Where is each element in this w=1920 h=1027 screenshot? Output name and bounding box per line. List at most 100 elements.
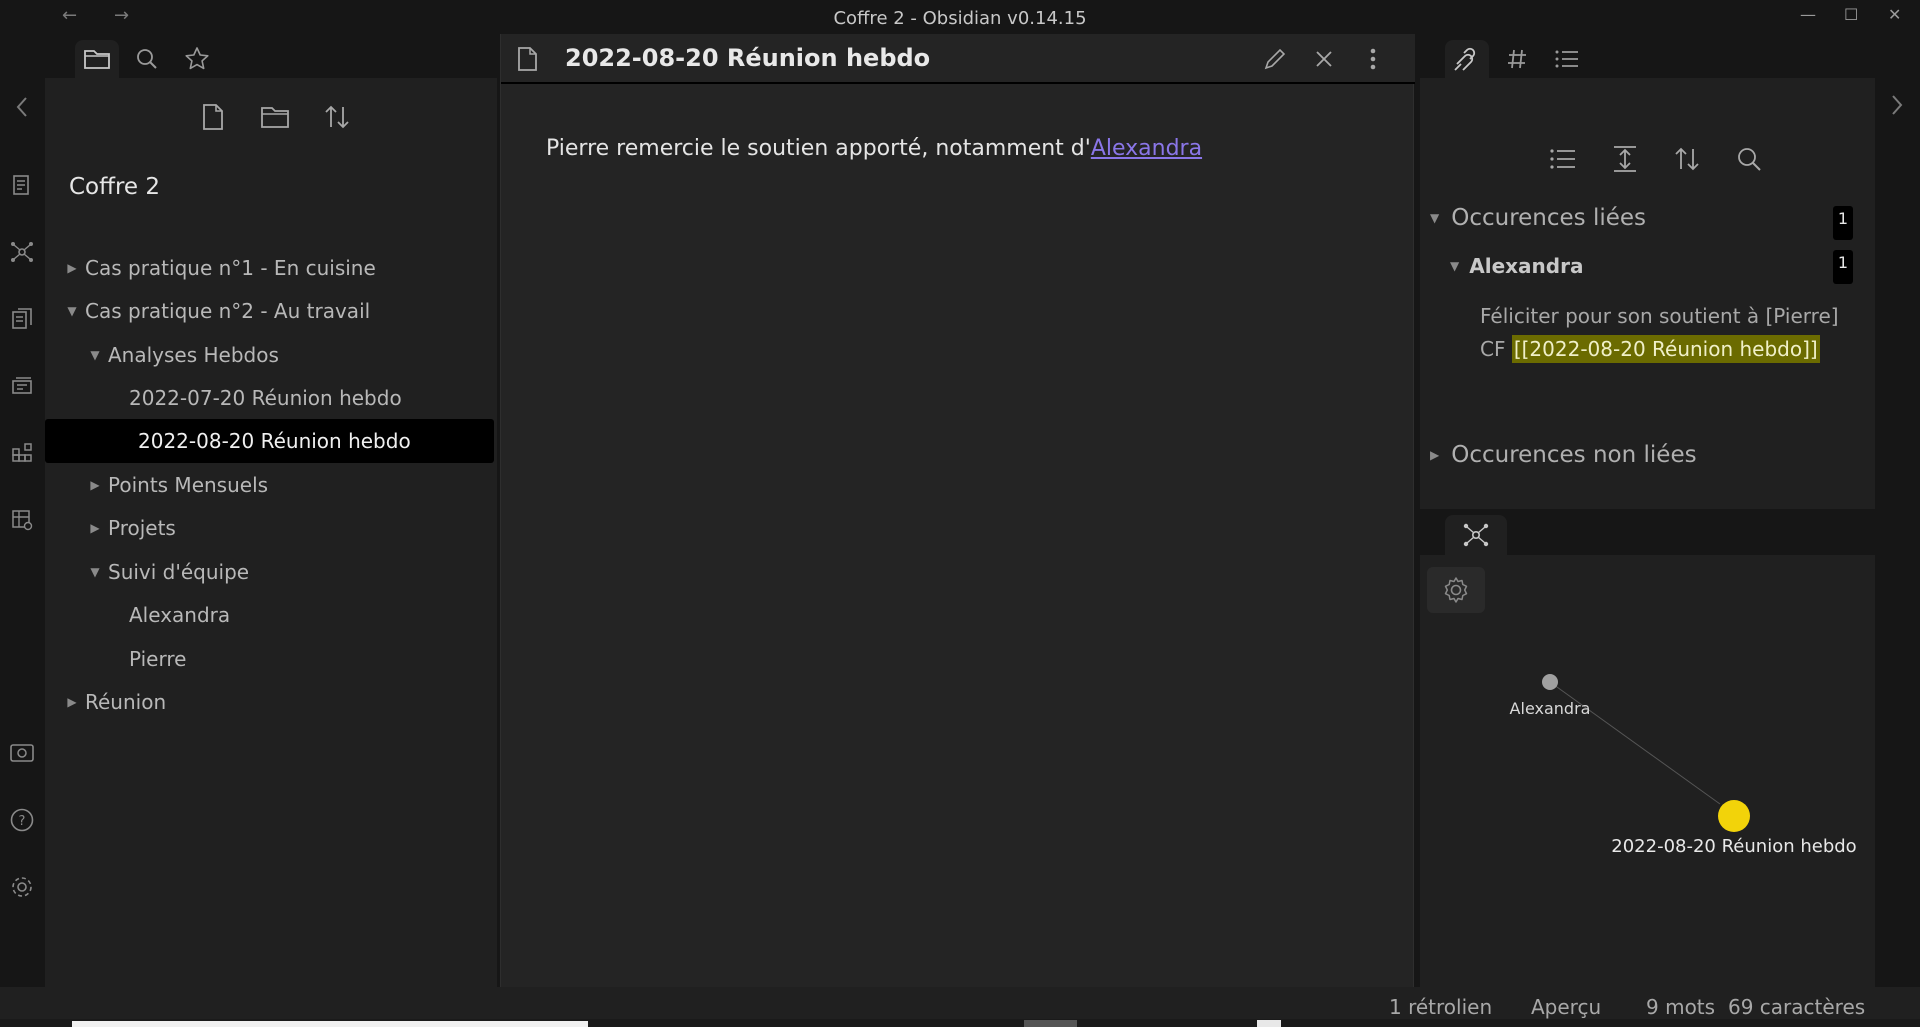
sort-icon[interactable]: [1668, 140, 1706, 178]
tree-folder-reunion[interactable]: ▶ Réunion: [61, 680, 166, 724]
status-word-count: 9 mots: [1646, 995, 1716, 1019]
tree-file-pierre[interactable]: Pierre: [107, 637, 186, 681]
collapse-left-icon[interactable]: [9, 94, 35, 120]
outline-tab[interactable]: [1545, 40, 1589, 78]
tree-folder-cas-pratique-1[interactable]: ▶ Cas pratique n°1 - En cuisine: [61, 246, 376, 290]
right-tab-bar: [1420, 34, 1875, 78]
linked-mentions-header[interactable]: ▼ Occurences liées: [1430, 205, 1646, 231]
tree-folder-cas-pratique-2[interactable]: ▼ Cas pratique n°2 - Au travail: [61, 289, 370, 333]
settings-gear-icon[interactable]: [9, 874, 35, 900]
file-count-badge: 1: [1833, 250, 1853, 284]
backlink-snippet[interactable]: Féliciter pour son soutient à [Pierre] C…: [1480, 300, 1860, 366]
search-icon[interactable]: [1730, 140, 1768, 178]
minimize-button[interactable]: —: [1800, 5, 1816, 24]
tree-file-2022-07-20[interactable]: 2022-07-20 Réunion hebdo: [107, 376, 402, 420]
taskbar-item: [1024, 1020, 1077, 1027]
open-vault-icon[interactable]: [9, 740, 35, 766]
status-char-count: 69 caractères: [1728, 995, 1866, 1019]
tree-folder-points-mensuels[interactable]: ▶ Points Mensuels: [84, 463, 268, 507]
tree-folder-suivi-equipe[interactable]: ▼ Suivi d'équipe: [84, 550, 249, 594]
tree-item-label: Réunion: [85, 690, 167, 714]
more-options-icon[interactable]: [1358, 44, 1388, 74]
caret-right-icon: ▶: [90, 521, 100, 535]
new-note-icon[interactable]: [194, 98, 232, 136]
explorer-toolbar: [182, 98, 368, 136]
taskbar-strip: [0, 1019, 1920, 1027]
taskbar-item: [1257, 1020, 1281, 1027]
sort-icon[interactable]: [318, 98, 356, 136]
search-icon: [137, 49, 157, 69]
templates-icon[interactable]: [9, 306, 35, 332]
tree-item-label: Cas pratique n°1 - En cuisine: [85, 256, 376, 280]
backlinks-tab[interactable]: [1445, 40, 1489, 78]
collapse-results-icon[interactable]: [1544, 140, 1582, 178]
new-folder-icon[interactable]: [256, 98, 294, 136]
tree-folder-projets[interactable]: ▶ Projets: [84, 506, 176, 550]
left-tab-bar: [45, 34, 497, 78]
graph-view-icon[interactable]: [9, 239, 35, 265]
vault-name: Coffre 2: [69, 174, 161, 200]
expand-context-icon[interactable]: [1606, 140, 1644, 178]
caret-down-icon: ▼: [90, 348, 100, 362]
file-explorer-pane: Coffre 2 ▶ Cas pratique n°1 - En cuisine …: [45, 34, 497, 987]
collapse-right-icon[interactable]: [1890, 94, 1904, 120]
help-icon[interactable]: ?: [9, 807, 35, 833]
document-body[interactable]: Pierre remercie le soutien apporté, nota…: [546, 136, 1202, 161]
window-title: Coffre 2 - Obsidian v0.14.15: [833, 8, 1087, 29]
caret-right-icon: ▶: [1430, 448, 1440, 462]
graph-canvas[interactable]: Alexandra 2022-08-20 Réunion hebdo: [1420, 555, 1875, 987]
caret-down-icon: ▼: [1430, 211, 1440, 225]
unlinked-mentions-label: Occurences non liées: [1451, 442, 1697, 468]
right-sidebar: ▼ Occurences liées 1 ▼ Alexandra 1 Félic…: [1420, 34, 1875, 987]
local-graph-panel[interactable]: Alexandra 2022-08-20 Réunion hebdo: [1420, 555, 1875, 987]
close-window-button[interactable]: ✕: [1888, 5, 1901, 24]
tree-file-alexandra[interactable]: Alexandra: [107, 593, 230, 637]
status-backlinks[interactable]: 1 rétrolien: [1389, 995, 1492, 1019]
graph-node-label: 2022-08-20 Réunion hebdo: [1611, 836, 1856, 857]
caret-down-icon: ▼: [1450, 259, 1460, 273]
graph-node-active-note[interactable]: [1718, 800, 1750, 832]
caret-right-icon: ▶: [67, 695, 77, 709]
edit-pencil-icon[interactable]: [1260, 44, 1290, 74]
maximize-button[interactable]: ☐: [1844, 5, 1858, 24]
tree-item-label: Alexandra: [129, 603, 231, 627]
tree-item-label: Pierre: [129, 647, 187, 671]
starred-tab[interactable]: [175, 40, 219, 78]
tree-folder-analyses-hebdos[interactable]: ▼ Analyses Hebdos: [84, 333, 279, 377]
close-pane-icon[interactable]: [1309, 44, 1339, 74]
caret-right-icon: ▶: [90, 478, 100, 492]
plugin-grid-icon[interactable]: [9, 440, 35, 466]
backlink-icon: [1454, 47, 1476, 71]
unlinked-mentions-header[interactable]: ▶ Occurences non liées: [1430, 442, 1697, 468]
caret-down-icon: ▼: [67, 304, 77, 318]
backlink-file-name: Alexandra: [1469, 254, 1584, 278]
tree-item-label: Suivi d'équipe: [108, 560, 250, 584]
table-settings-icon[interactable]: [9, 507, 35, 533]
local-graph-tab[interactable]: [1445, 515, 1507, 555]
status-mode[interactable]: Aperçu: [1531, 995, 1601, 1019]
folder-icon: [84, 50, 110, 69]
slides-icon[interactable]: [9, 373, 35, 399]
backlink-file-alexandra[interactable]: ▼ Alexandra: [1450, 254, 1583, 278]
internal-link-alexandra[interactable]: Alexandra: [1091, 136, 1202, 161]
file-explorer-tab[interactable]: [75, 40, 119, 78]
caret-right-icon: ▶: [67, 261, 77, 275]
graph-tab-bar: [1420, 509, 1875, 555]
tree-file-2022-08-20[interactable]: 2022-08-20 Réunion hebdo: [45, 419, 494, 463]
tree-item-label: Projets: [108, 516, 176, 540]
tree-item-label: Points Mensuels: [108, 473, 269, 497]
search-tab[interactable]: [125, 40, 169, 78]
graph-icon: [1463, 523, 1489, 547]
tree-item-label: 2022-07-20 Réunion hebdo: [129, 386, 402, 410]
taskbar-preview: [72, 1021, 588, 1027]
quick-switcher-icon[interactable]: [9, 172, 35, 198]
caret-down-icon: ▼: [90, 565, 100, 579]
tags-tab[interactable]: [1495, 40, 1539, 78]
backlinks-toolbar: [1532, 140, 1780, 178]
linked-mentions-label: Occurences liées: [1451, 205, 1647, 231]
title-bar: ← → Coffre 2 - Obsidian v0.14.15 — ☐ ✕: [0, 0, 1920, 34]
tree-item-label: Analyses Hebdos: [108, 343, 279, 367]
snippet-highlight: [[2022-08-20 Réunion hebdo]]: [1511, 335, 1820, 363]
linked-count-badge: 1: [1833, 206, 1853, 240]
graph-node-alexandra[interactable]: [1542, 674, 1558, 690]
